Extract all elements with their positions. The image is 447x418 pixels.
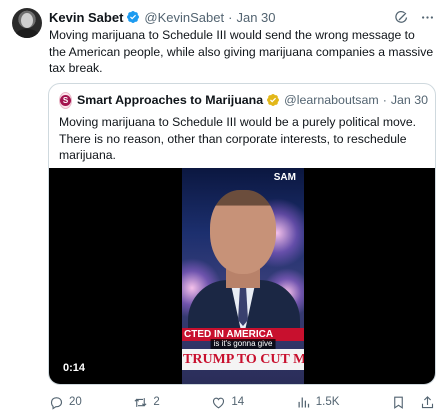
video-player[interactable]: SAM CTED IN AMERICA is it's gonna give T… [49,168,435,384]
reply-icon [50,396,63,410]
repost-count: 2 [153,396,160,408]
quoted-tweet-text: Moving marijuana to Schedule III would b… [59,115,417,162]
views-button[interactable]: 1.5K [296,395,340,410]
quoted-author-name[interactable]: Smart Approaches to Marijuana [77,93,263,107]
share-icon [421,395,434,408]
tweet-text: Moving marijuana to Schedule III would s… [49,28,434,75]
author-avatar[interactable] [12,8,42,38]
video-frame: SAM CTED IN AMERICA is it's gonna give T… [182,168,304,384]
reply-button[interactable]: 20 [49,395,82,410]
quoted-tweet[interactable]: S Smart Approaches to Marijuana @learnab… [48,83,436,385]
avatar-letter: S [60,94,71,106]
verified-check-icon[interactable] [126,10,140,24]
like-count: 14 [231,396,245,408]
video-caption: is it's gonna give [210,339,276,349]
tweet-date[interactable]: Jan 30 [236,10,275,25]
quoted-tweet-header: S Smart Approaches to Marijuana @learnab… [59,91,428,109]
video-banner-bottom: TRUMP TO CUT MARIJUAN [182,349,304,370]
more-dots-icon[interactable] [419,9,435,25]
separator: · [382,93,387,107]
bookmark-button[interactable] [391,395,406,410]
grok-icon[interactable] [393,9,409,25]
gold-affiliate-badge-icon[interactable] [266,93,280,107]
heart-icon [213,397,225,408]
repost-icon [134,397,147,407]
author-name[interactable]: Kevin Sabet [49,10,123,25]
views-count: 1.5K [315,396,340,408]
share-button[interactable] [420,395,435,410]
bookmark-icon [394,396,403,409]
views-chart-icon [298,397,309,407]
sam-logo: SAM [273,172,296,183]
action-bar: 20 2 14 1.5K [49,393,435,411]
author-handle[interactable]: @KevinSabet [144,10,224,25]
quoted-author-avatar[interactable]: S [59,91,72,109]
tweet-header: Kevin Sabet @KevinSabet · Jan 30 [49,9,435,25]
separator: · [228,9,233,25]
quoted-author-handle[interactable]: @learnaboutsam [284,93,379,107]
quoted-tweet-date[interactable]: Jan 30 [391,93,428,107]
video-duration: 0:14 [63,362,86,374]
like-button[interactable]: 14 [211,395,244,410]
reply-count: 20 [69,396,82,408]
repost-button[interactable]: 2 [133,395,160,410]
